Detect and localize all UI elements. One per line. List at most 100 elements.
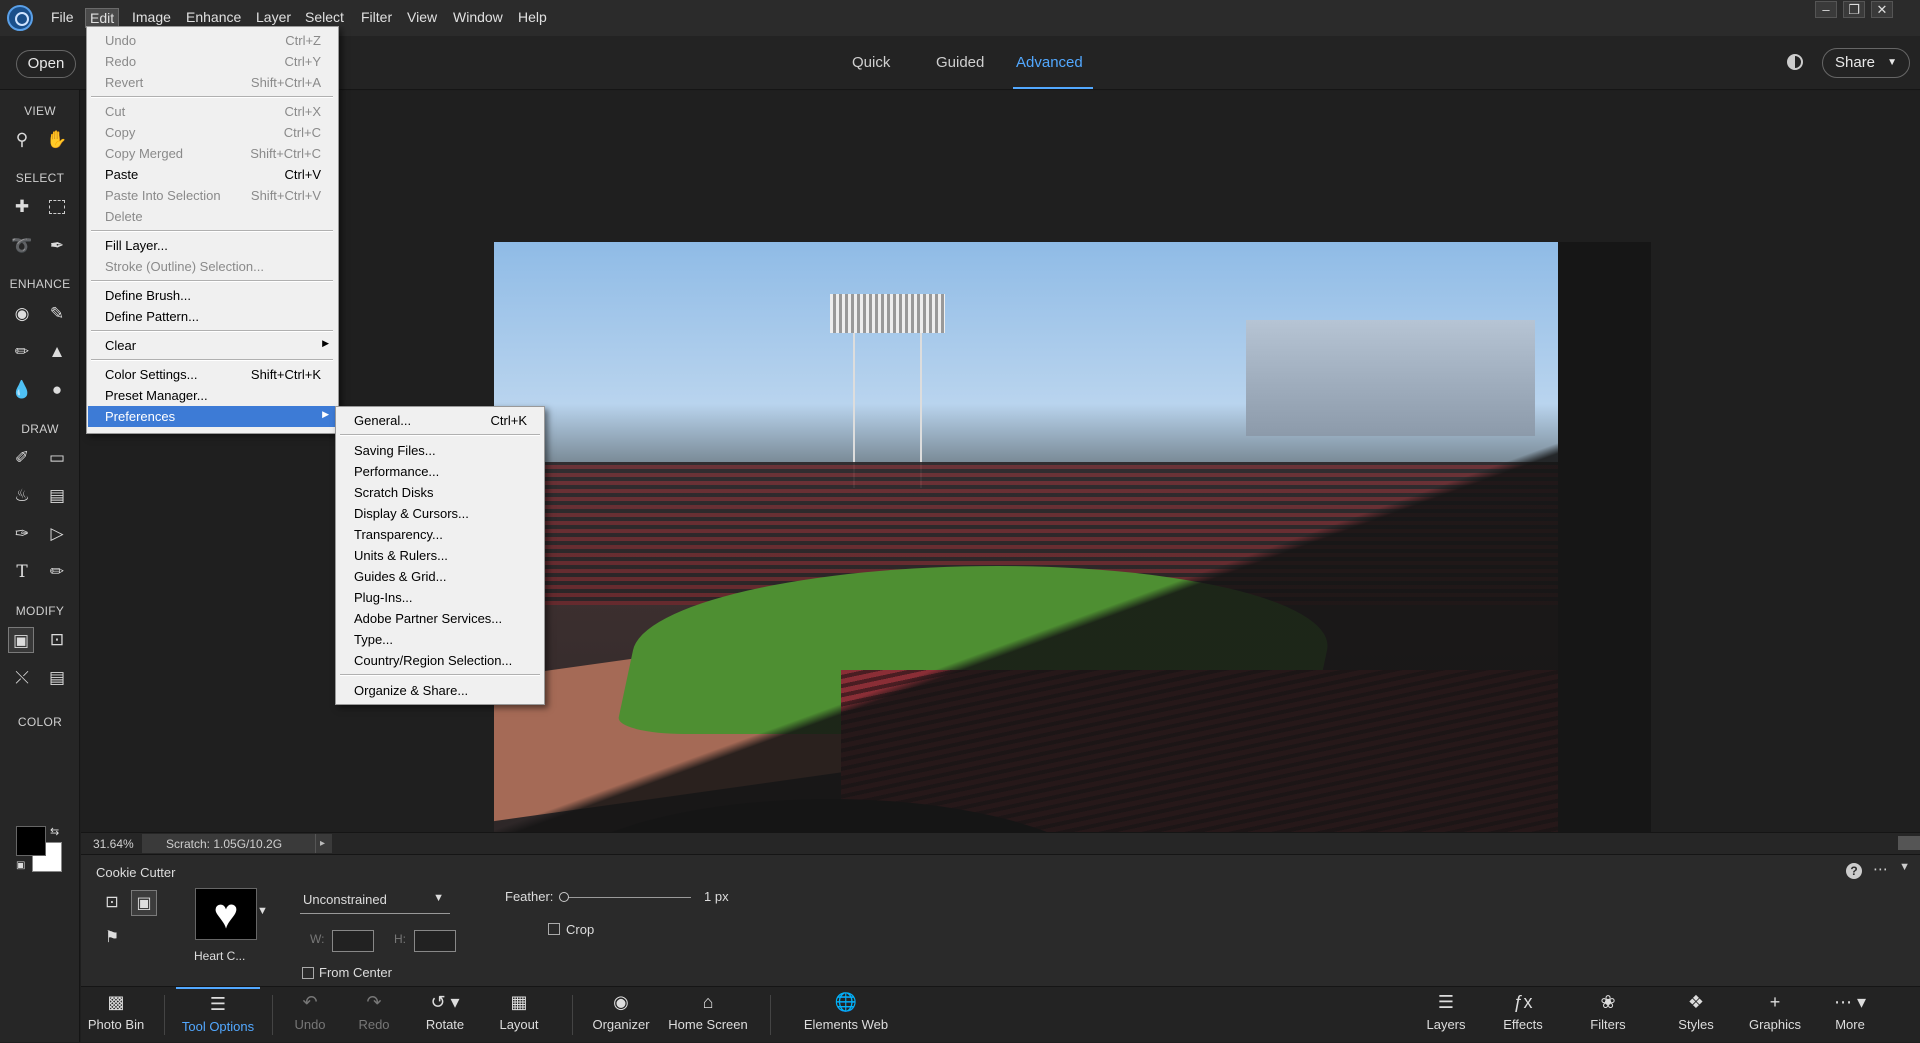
pref-display-cursors[interactable]: Display & Cursors... — [337, 503, 543, 524]
rotate-button[interactable]: ↺ ▾ Rotate — [415, 987, 475, 1043]
gradient-icon[interactable]: ▤ — [44, 483, 70, 509]
filters-button[interactable]: ❀ Filters — [1578, 987, 1638, 1043]
pref-transparency[interactable]: Transparency... — [337, 524, 543, 545]
pref-performance[interactable]: Performance... — [337, 461, 543, 482]
perspective-crop-icon[interactable]: ⚑ — [99, 925, 125, 951]
crop-icon[interactable]: ⊡ — [44, 627, 70, 653]
menu-item-paste[interactable]: Paste Ctrl+V — [88, 164, 337, 185]
pref-type[interactable]: Type... — [337, 629, 543, 650]
pref-adobe-partner[interactable]: Adobe Partner Services... — [337, 608, 543, 629]
menu-item-color-settings[interactable]: Color Settings... Shift+Ctrl+K — [88, 364, 337, 385]
heart-shape-icon[interactable]: ♥ — [195, 888, 257, 940]
menu-window[interactable]: Window — [449, 8, 507, 28]
layout-button[interactable]: ▦ Layout — [489, 987, 549, 1043]
menu-item-copy[interactable]: Copy Ctrl+C — [88, 122, 337, 143]
theme-toggle-icon[interactable] — [1787, 54, 1803, 70]
pref-guides-grid[interactable]: Guides & Grid... — [337, 566, 543, 587]
lasso-icon[interactable]: ➰ — [9, 233, 35, 259]
styles-button[interactable]: ❖ Styles — [1666, 987, 1726, 1043]
move-icon[interactable]: ✚ — [9, 194, 35, 220]
pref-saving-files[interactable]: Saving Files... — [337, 440, 543, 461]
eraser-icon[interactable]: ▭ — [44, 445, 70, 471]
menu-item-fill-layer[interactable]: Fill Layer... — [88, 235, 337, 256]
eyedropper-icon[interactable]: ✑ — [9, 521, 35, 547]
menu-select[interactable]: Select — [301, 8, 348, 28]
open-button[interactable]: Open — [16, 50, 76, 78]
pref-units-rulers[interactable]: Units & Rulers... — [337, 545, 543, 566]
width-input[interactable] — [332, 930, 374, 952]
minimize-button[interactable]: – — [1815, 1, 1837, 18]
menu-enhance[interactable]: Enhance — [182, 8, 245, 28]
marquee-icon[interactable] — [49, 200, 65, 214]
smart-brush-icon[interactable]: ✏ — [9, 339, 35, 365]
hand-icon[interactable]: ✋ — [44, 127, 70, 153]
organizer-button[interactable]: ◉ Organizer — [581, 987, 661, 1043]
graphics-button[interactable]: + Graphics — [1743, 987, 1807, 1043]
effects-button[interactable]: ƒx Effects — [1493, 987, 1553, 1043]
menu-item-preset-manager[interactable]: Preset Manager... — [88, 385, 337, 406]
quick-selection-icon[interactable]: ✒ — [44, 233, 70, 259]
close-button[interactable]: ✕ — [1871, 1, 1893, 18]
recompose-icon[interactable]: ⤬ — [9, 665, 35, 691]
menu-item-cut[interactable]: Cut Ctrl+X — [88, 101, 337, 122]
share-button[interactable]: Share ▼ — [1822, 48, 1910, 78]
menu-item-undo[interactable]: Undo Ctrl+Z — [88, 30, 337, 51]
layers-button[interactable]: ☰ Layers — [1416, 987, 1476, 1043]
menu-item-redo[interactable]: Redo Ctrl+Y — [88, 51, 337, 72]
home-screen-button[interactable]: ⌂ Home Screen — [663, 987, 753, 1043]
chevron-down-icon[interactable]: ▼ — [257, 905, 268, 917]
menu-layer[interactable]: Layer — [252, 8, 295, 28]
cookie-cutter-mode-icon[interactable]: ▣ — [131, 890, 157, 916]
chevron-right-icon[interactable]: ▸ — [315, 834, 329, 853]
menu-image[interactable]: Image — [128, 8, 175, 28]
pref-country-region[interactable]: Country/Region Selection... — [337, 650, 543, 671]
undo-button[interactable]: ↶ Undo — [288, 987, 332, 1043]
clone-stamp-icon[interactable]: ▲ — [44, 339, 70, 365]
crop-checkbox[interactable] — [548, 923, 560, 935]
menu-item-delete[interactable]: Delete — [88, 206, 337, 227]
help-icon[interactable]: ? — [1846, 863, 1862, 879]
cookie-cutter-icon[interactable]: ▣ — [8, 627, 34, 653]
menu-filter[interactable]: Filter — [357, 8, 396, 28]
tool-options-button[interactable]: ☰ Tool Options — [176, 987, 260, 1043]
pencil-icon[interactable]: ✏ — [44, 559, 70, 585]
menu-edit[interactable]: Edit — [85, 8, 120, 28]
menu-item-copy-merged[interactable]: Copy Merged Shift+Ctrl+C — [88, 143, 337, 164]
menu-item-preferences[interactable]: Preferences ▶ — [88, 406, 337, 427]
menu-item-define-pattern[interactable]: Define Pattern... — [88, 306, 337, 327]
foreground-color-swatch[interactable] — [16, 826, 46, 856]
constraint-select[interactable]: Unconstrained ▼ — [300, 892, 450, 914]
menu-file[interactable]: File — [47, 8, 78, 28]
paint-bucket-icon[interactable]: ♨ — [9, 483, 35, 509]
brush-icon[interactable]: ✐ — [9, 445, 35, 471]
tab-guided[interactable]: Guided — [936, 54, 984, 71]
more-options-icon[interactable]: ⋯ — [1873, 860, 1888, 878]
more-button[interactable]: ⋯ ▾ More — [1825, 987, 1875, 1043]
swap-colors-icon[interactable]: ⇆ — [50, 825, 59, 838]
height-input[interactable] — [414, 930, 456, 952]
horizontal-scrollbar[interactable] — [1898, 836, 1920, 850]
pref-plugins[interactable]: Plug-Ins... — [337, 587, 543, 608]
menu-help[interactable]: Help — [514, 8, 551, 28]
menu-item-clear[interactable]: Clear ▶ — [88, 335, 337, 356]
menu-item-revert[interactable]: Revert Shift+Ctrl+A — [88, 72, 337, 93]
type-icon[interactable]: T — [9, 559, 35, 585]
custom-shape-icon[interactable]: ▷ — [44, 521, 70, 547]
crop-mode-icon[interactable]: ⊡ — [99, 890, 125, 916]
menu-item-stroke[interactable]: Stroke (Outline) Selection... — [88, 256, 337, 277]
pref-scratch-disks[interactable]: Scratch Disks — [337, 482, 543, 503]
sponge-icon[interactable]: ● — [44, 377, 70, 403]
redo-button[interactable]: ↷ Redo — [352, 987, 396, 1043]
feather-slider-thumb[interactable] — [559, 892, 569, 902]
straighten-icon[interactable]: ▤ — [44, 665, 70, 691]
default-colors-icon[interactable]: ▣ — [16, 860, 25, 871]
elements-web-button[interactable]: 🌐 Elements Web — [798, 987, 894, 1043]
spot-healing-icon[interactable]: ✎ — [44, 301, 70, 327]
photo-bin-button[interactable]: ▩ Photo Bin — [81, 987, 151, 1043]
pref-general[interactable]: General... Ctrl+K — [337, 410, 543, 431]
zoom-icon[interactable]: ⚲ — [9, 127, 35, 153]
stadium-photo[interactable] — [494, 242, 1651, 890]
red-eye-icon[interactable]: ◉ — [9, 301, 35, 327]
restore-button[interactable]: ❐ — [1843, 1, 1865, 18]
pref-organize-share[interactable]: Organize & Share... — [337, 680, 543, 701]
